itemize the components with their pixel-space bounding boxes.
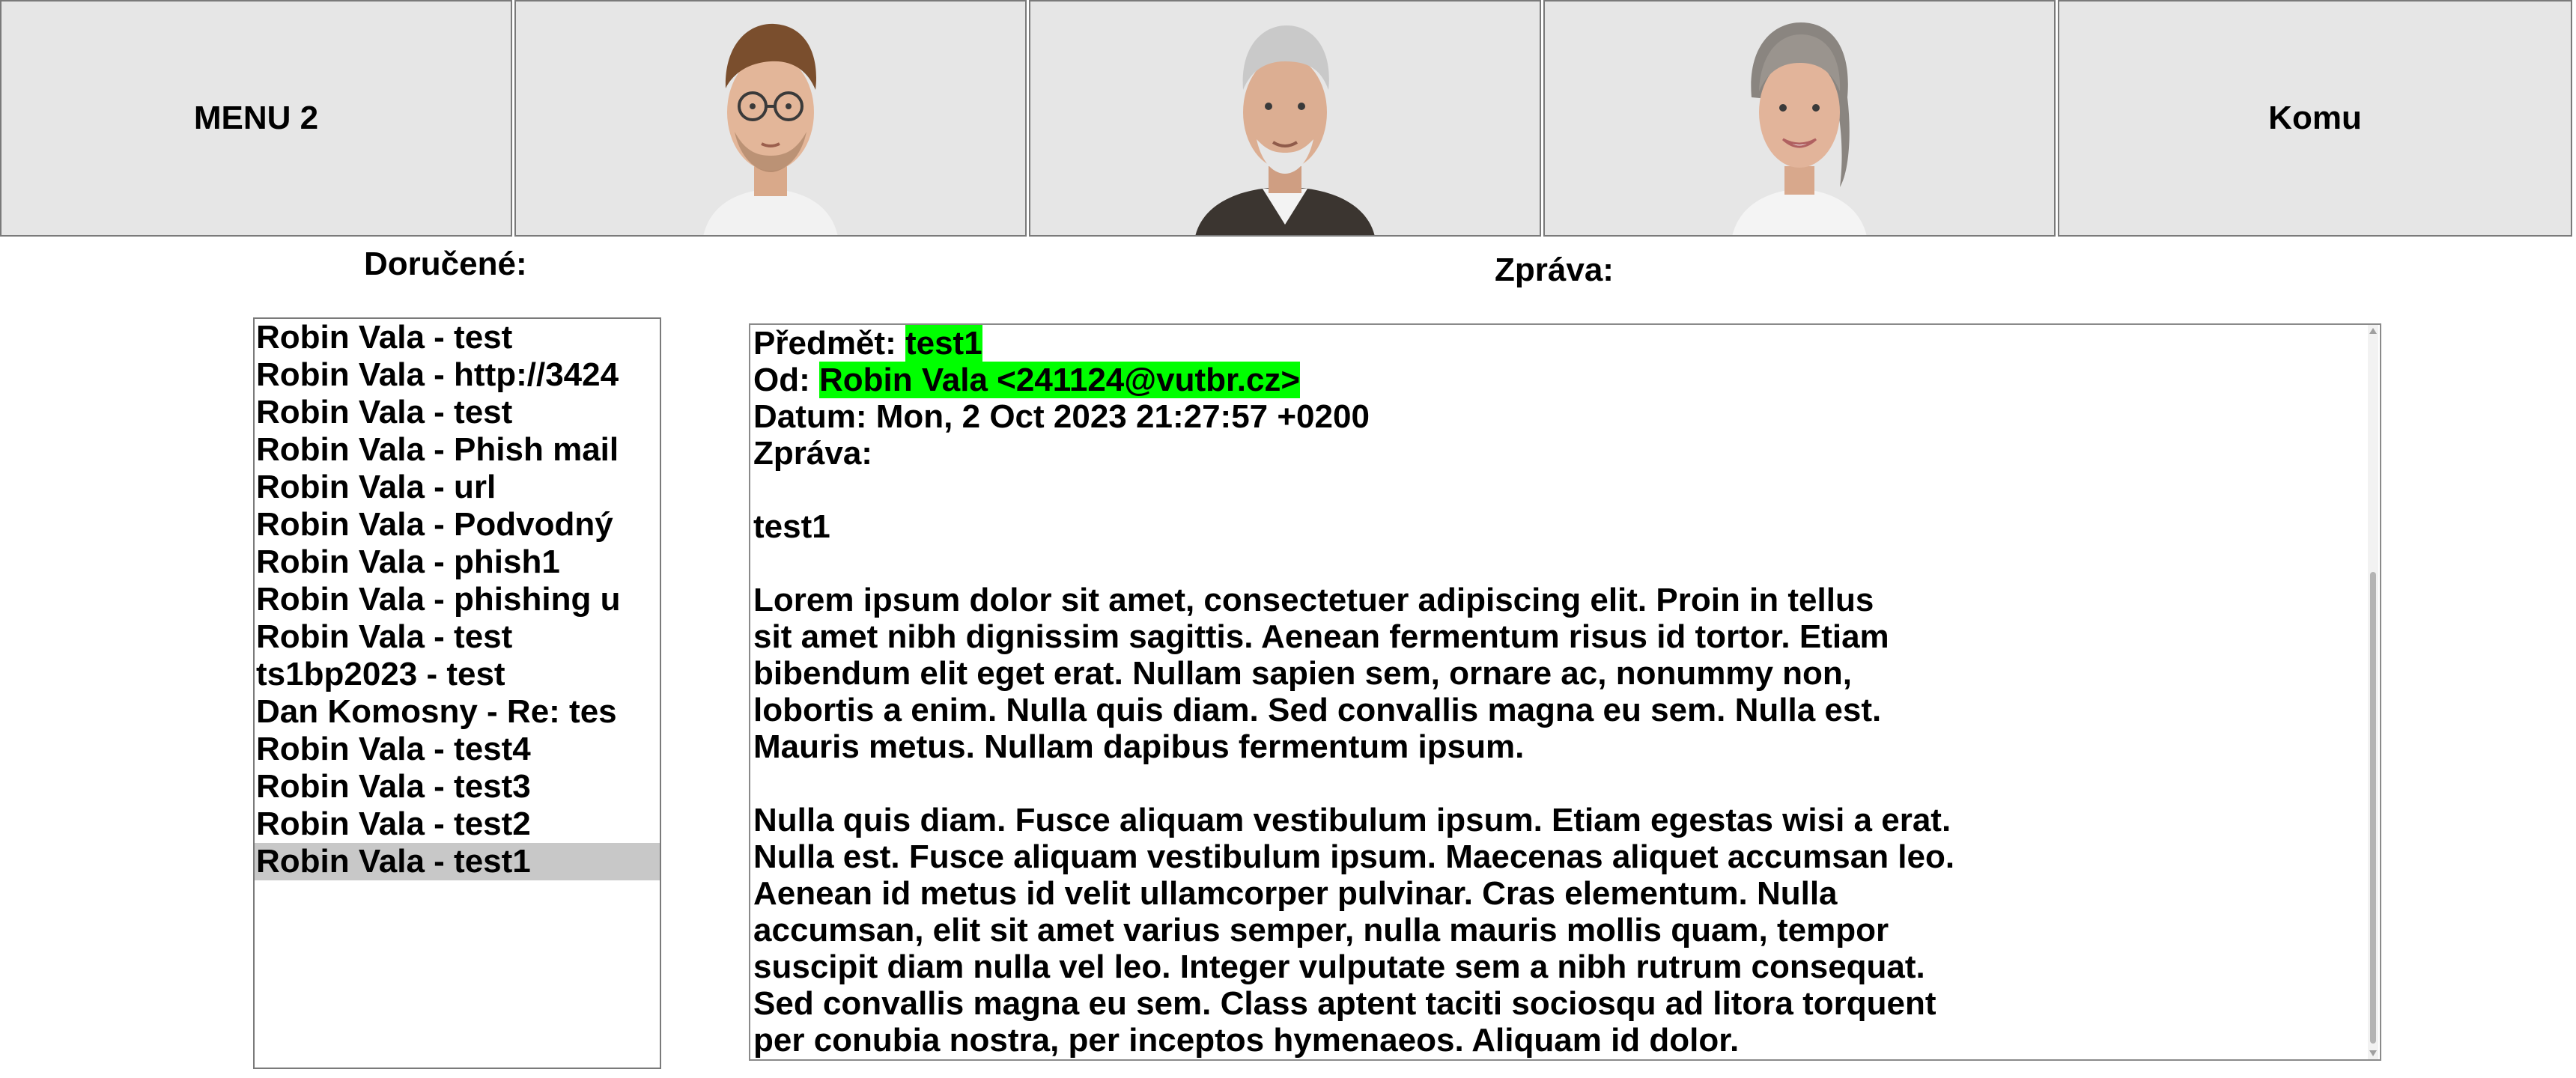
older-man-beard-avatar-icon bbox=[1195, 25, 1375, 235]
inbox-item[interactable]: ts1bp2023 - test bbox=[255, 656, 660, 693]
inbox-item[interactable]: Robin Vala - test bbox=[255, 319, 660, 356]
message-content: Předmět: test1 Od: Robin Vala <241124@vu… bbox=[753, 325, 2363, 1059]
inbox-item[interactable]: Robin Vala - test4 bbox=[255, 731, 660, 768]
inbox-item-selected[interactable]: Robin Vala - test1 bbox=[255, 843, 660, 880]
subject-label: Předmět: bbox=[753, 325, 896, 362]
inbox-item[interactable]: Robin Vala - phish1 bbox=[255, 543, 660, 581]
inbox-item[interactable]: Robin Vala - Podvodný bbox=[255, 506, 660, 543]
contact-tile-1[interactable] bbox=[514, 0, 1027, 237]
inbox-item[interactable]: Robin Vala - test bbox=[255, 618, 660, 656]
scroll-thumb[interactable] bbox=[2370, 572, 2376, 1044]
body-paragraph-2: Nulla quis diam. Fusce aliquam vestibulu… bbox=[753, 802, 1955, 1059]
inbox-item[interactable]: Robin Vala - test2 bbox=[255, 806, 660, 843]
message-view[interactable]: Předmět: test1 Od: Robin Vala <241124@vu… bbox=[749, 323, 2381, 1061]
from-label: Od: bbox=[753, 362, 810, 398]
young-man-glasses-avatar-icon bbox=[703, 23, 838, 235]
subject-value: test1 bbox=[905, 325, 982, 362]
inbox-item[interactable]: Robin Vala - Phish mail bbox=[255, 431, 660, 469]
inbox-item[interactable]: Robin Vala - phishing u bbox=[255, 581, 660, 618]
top-bar: MENU 2 Komu bbox=[0, 0, 2576, 241]
from-line: Od: Robin Vala <241124@vutbr.cz> bbox=[753, 362, 2363, 398]
inbox-item[interactable]: Robin Vala - test3 bbox=[255, 768, 660, 806]
inbox-item[interactable]: Dan Komosny - Re: tes bbox=[255, 693, 660, 731]
message-scrollbar[interactable] bbox=[2368, 325, 2378, 1059]
menu-button-label: MENU 2 bbox=[193, 100, 319, 136]
from-value: Robin Vala <241124@vutbr.cz> bbox=[819, 362, 1301, 398]
inbox-list[interactable]: Robin Vala - test Robin Vala - http://34… bbox=[253, 317, 661, 1069]
date-line: Datum: Mon, 2 Oct 2023 21:27:57 +0200 bbox=[753, 398, 1370, 435]
scroll-up-arrow-icon[interactable] bbox=[2369, 328, 2377, 334]
inbox-item[interactable]: Robin Vala - http://3424 bbox=[255, 356, 660, 394]
contact-tile-3[interactable] bbox=[1543, 0, 2056, 237]
menu-button[interactable]: MENU 2 bbox=[0, 0, 512, 237]
body-paragraph-1: Lorem ipsum dolor sit amet, consectetuer… bbox=[753, 582, 1889, 765]
subject-line: Předmět: test1 bbox=[753, 325, 2363, 362]
recipient-button[interactable]: Komu bbox=[2058, 0, 2572, 237]
message-title: Zpráva: bbox=[1495, 252, 1614, 288]
inbox-title: Doručené: bbox=[364, 246, 527, 282]
inbox-item[interactable]: Robin Vala - url bbox=[255, 469, 660, 506]
inbox-item[interactable]: Robin Vala - test bbox=[255, 394, 660, 431]
body-first-line: test1 bbox=[753, 508, 830, 545]
scroll-down-arrow-icon[interactable] bbox=[2369, 1050, 2377, 1056]
contact-tile-2[interactable] bbox=[1029, 0, 1541, 237]
older-woman-smiling-avatar-icon bbox=[1732, 22, 1867, 235]
recipient-button-label: Komu bbox=[2268, 100, 2362, 136]
body-label: Zpráva: bbox=[753, 435, 872, 472]
